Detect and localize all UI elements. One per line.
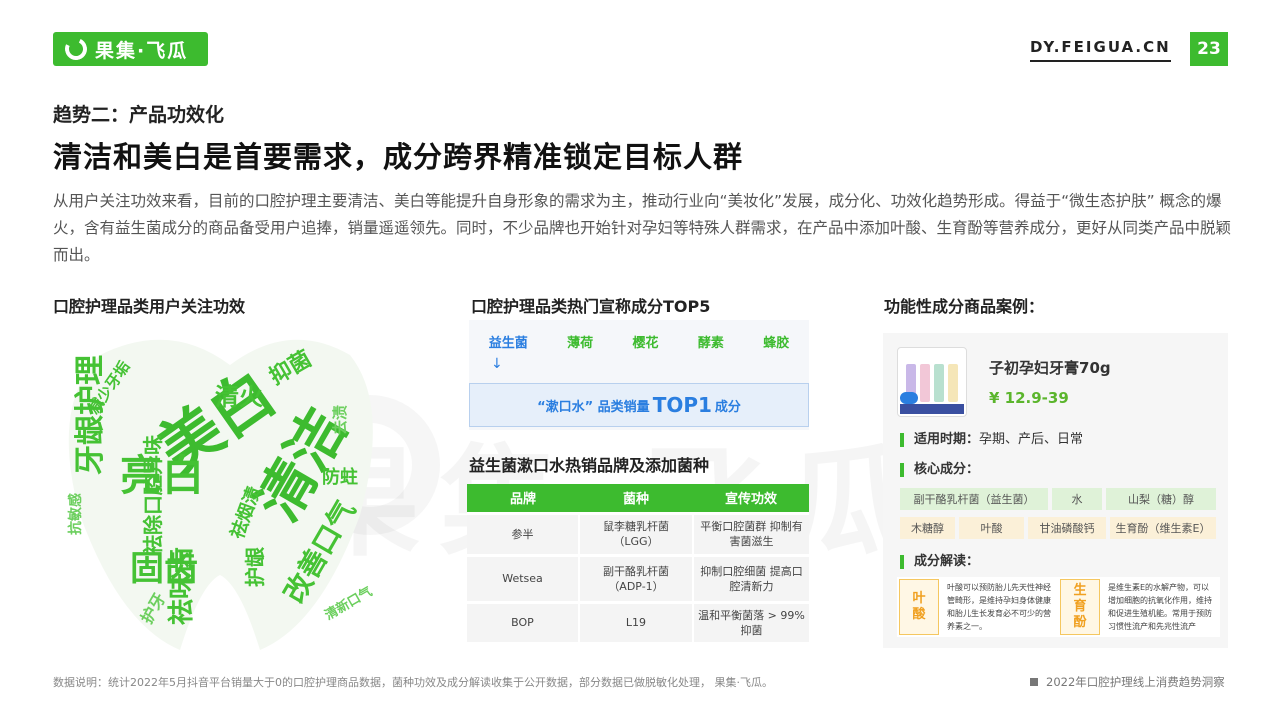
product-price: ¥ 12.9-39	[989, 389, 1069, 407]
ingredient-chip: 副干酪乳杆菌（益生菌）	[900, 488, 1048, 510]
square-icon	[1030, 678, 1038, 686]
interp-folic: 叶酸 叶酸可以预防胎儿先天性神经管畸形，是维持孕妇身体健康和胎儿生长发育必不可少…	[897, 577, 1059, 637]
top5-title: 口腔护理品类热门宣称成分TOP5	[471, 297, 711, 316]
top5-item[interactable]: 蜂胶	[763, 332, 789, 351]
wordcloud-word: 护龈	[243, 546, 267, 587]
table-row: Wetsea 副干酪乳杆菌 （ADP-1） 抑制口腔细菌 提高口腔清新力	[467, 553, 809, 602]
interp-key: 生育酚	[1060, 579, 1100, 635]
table-header: 品牌	[467, 484, 579, 513]
interp-text: 是维生素E的水解产物，可以增加细胞的抗氧化作用，维持和促进生殖机能。常用于预防习…	[1108, 583, 1212, 631]
wordcloud-word: 清新口气	[322, 584, 375, 624]
product-name[interactable]: 子初孕妇牙膏70g	[989, 357, 1111, 378]
effect-cell: 温和平衡菌落 > 99%抑菌	[692, 600, 809, 642]
top5-panel: 益生菌 薄荷 樱花 酵素 蜂胶 ↓ “漱口水” 品类销量 TOP1 成分	[469, 320, 809, 430]
strain-cell: 鼠李糖乳杆菌（LGG）	[578, 511, 693, 555]
ingredient-chip: 木糖醇	[900, 517, 955, 539]
ingredient-chip: 水	[1052, 488, 1102, 510]
interp-tocopherol: 生育酚 是维生素E的水解产物，可以增加细胞的抗氧化作用，维持和促进生殖机能。常用…	[1058, 577, 1220, 637]
logo-mark-icon	[61, 34, 91, 64]
top1-big: TOP1	[652, 393, 712, 417]
wordcloud-word: 牙龈护理	[73, 355, 108, 475]
wordcloud-word: 抗敏感	[67, 493, 84, 535]
intro-paragraph: 从用户关注功效来看，目前的口腔护理主要清洁、美白等能提升自身形象的需求为主，推动…	[53, 192, 1232, 264]
top5-item[interactable]: 益生菌	[489, 332, 528, 351]
period-value: 孕期、产后、日常	[979, 432, 1084, 447]
ingredient-chip: 叶酸	[959, 517, 1024, 539]
ingredient-chip: 山梨（糖）醇	[1106, 488, 1216, 510]
page-title: 清洁和美白是首要需求，成分跨界精准锁定目标人群	[53, 140, 744, 174]
top1-pre: “漱口水” 品类销量	[537, 399, 650, 415]
site-url[interactable]: DY.FEIGUA.CN	[1030, 38, 1171, 62]
table-header: 宣传功效	[693, 484, 809, 513]
wordcloud-title: 口腔护理品类用户关注功效	[53, 297, 246, 316]
product-image[interactable]	[897, 347, 967, 417]
table-row: BOP L19 温和平衡菌落 > 99%抑菌	[467, 600, 809, 642]
wordcloud-word: 祛味齿	[166, 547, 197, 625]
data-note: 数据说明：统计2022年5月抖音平台销量大于0的口腔护理商品数据，菌种功效及成分…	[53, 676, 773, 689]
effect-cell: 平衡口腔菌群 抑制有害菌滋生	[692, 511, 809, 555]
period-label: 适用时期：	[914, 432, 980, 447]
report-text: 2022年口腔护理线上消费趋势洞察	[1046, 675, 1225, 689]
table-row: 参半 鼠李糖乳杆菌（LGG） 平衡口腔菌群 抑制有害菌滋生	[467, 511, 809, 555]
brands-title: 益生菌漱口水热销品牌及添加菌种	[469, 456, 710, 475]
brand-logo: 果集·飞瓜	[53, 32, 208, 66]
wordcloud-word: 祛除口腔异味	[141, 435, 165, 555]
brand-cell: 参半	[467, 511, 579, 555]
interp-text: 叶酸可以预防胎儿先天性神经管畸形，是维持孕妇身体健康和胎儿生长发育必不可少的营养…	[947, 583, 1051, 631]
effect-cell: 抑制口腔细菌 提高口腔清新力	[692, 553, 809, 602]
wordcloud-word: 防蛀	[322, 466, 358, 488]
case-title: 功能性成分商品案例：	[884, 297, 1045, 316]
ingredient-chip: 生育酚（维生素E）	[1110, 517, 1216, 539]
top5-item[interactable]: 樱花	[632, 332, 658, 351]
brand-cell: Wetsea	[467, 553, 579, 602]
section-subtitle: 趋势二：产品功效化	[53, 104, 225, 126]
word-cloud: 美白 清洁 牙龈护理 清火 防蛀 固齿 抑菌 亮白 祛除口腔异味 祛味齿 改善口气 减少牙垢 抗敏感 祛烟…	[60, 325, 380, 655]
wordcloud-word: 清火	[215, 383, 263, 411]
strain-cell: L19	[578, 600, 693, 642]
top1-banner: “漱口水” 品类销量 TOP1 成分	[469, 383, 809, 427]
page-number: 23	[1190, 32, 1228, 66]
strain-cell: 副干酪乳杆菌 （ADP-1）	[578, 553, 693, 602]
brands-table: 品牌 菌种 宣传功效 参半 鼠李糖乳杆菌（LGG） 平衡口腔菌群 抑制有害菌滋生…	[467, 484, 809, 642]
arrow-down-icon: ↓	[491, 356, 503, 372]
interp-label: 成分解读：	[900, 555, 979, 569]
product-case-card: 子初孕妇牙膏70g ¥ 12.9-39 适用时期：孕期、产后、日常 核心成分： …	[883, 333, 1228, 648]
logo-text: 果集·飞瓜	[95, 39, 189, 62]
ingredient-chip: 甘油磷酸钙	[1028, 517, 1106, 539]
wordcloud-word: 去渍	[331, 405, 349, 435]
core-label: 核心成分：	[900, 463, 979, 477]
interp-key: 叶酸	[899, 579, 939, 635]
period-row: 适用时期：孕期、产后、日常	[900, 433, 1083, 447]
table-header: 菌种	[579, 484, 693, 513]
top5-item[interactable]: 酵素	[698, 332, 724, 351]
report-name: 2022年口腔护理线上消费趋势洞察	[1030, 674, 1225, 690]
brand-cell: BOP	[467, 600, 579, 642]
top5-item[interactable]: 薄荷	[567, 332, 593, 351]
top1-post: 成分	[714, 399, 741, 415]
